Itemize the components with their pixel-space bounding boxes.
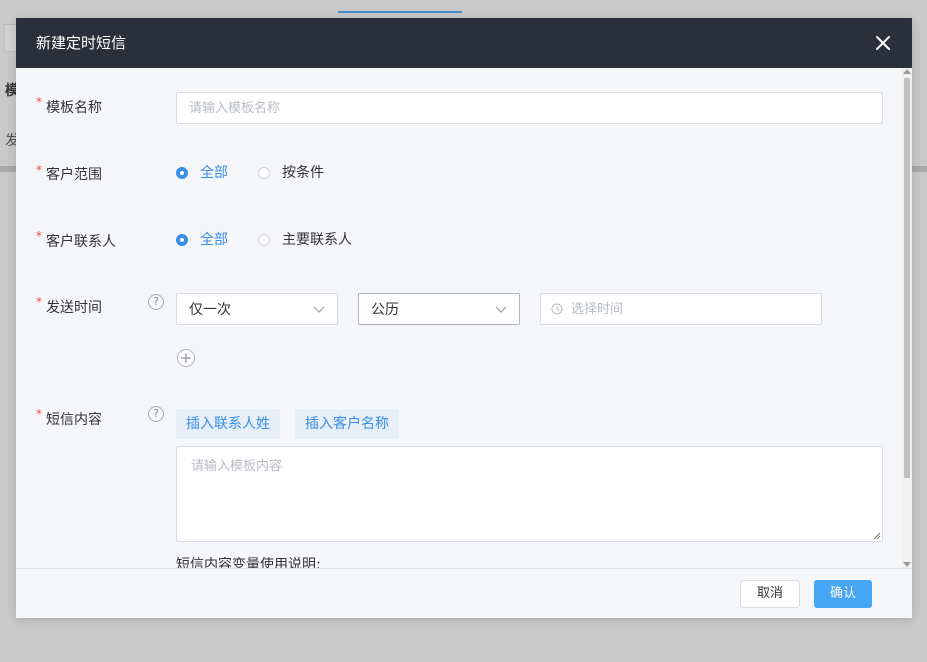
close-icon [876,36,890,50]
customer-contact-label: 客户联系人 [46,234,116,250]
time-picker-input[interactable]: 选择时间 [540,293,822,325]
required-mark: * [36,407,42,421]
frequency-select[interactable]: 仅一次 [176,293,338,325]
calendar-type-select[interactable]: 公历 [358,293,520,325]
customer-scope-label: 客户范围 [46,167,102,183]
scroll-down-icon[interactable] [903,562,911,567]
dialog-body: * 模板名称 * 客户范围 全部 按条件 * 客户联系人 全部 主要联系人 * … [16,68,912,568]
help-icon[interactable]: ? [148,406,164,422]
background-divider-left [0,166,16,172]
template-name-input[interactable] [176,92,883,124]
customer-scope-radio-all[interactable]: 全部 [176,163,228,183]
cancel-button[interactable]: 取消 [740,580,800,608]
radio-unchecked-icon [258,167,270,179]
dialog-scrollbar[interactable] [902,68,912,568]
calendar-type-select-value: 公历 [371,302,399,318]
customer-scope-radio-by-condition[interactable]: 按条件 [258,163,324,183]
radio-checked-icon [176,234,188,246]
required-mark: * [36,163,42,177]
sms-content-textarea[interactable] [176,446,883,542]
customer-contact-radio-all[interactable]: 全部 [176,230,228,250]
dialog-title: 新建定时短信 [36,34,127,52]
required-mark: * [36,95,42,109]
radio-checked-icon [176,167,188,179]
confirm-button[interactable]: 确认 [814,580,872,608]
variable-usage-hint: 短信内容变量使用说明: [176,557,321,568]
radio-label: 全部 [200,232,228,248]
insert-contact-name-button[interactable]: 插入联系人姓 [176,409,280,439]
sms-content-label: 短信内容 [46,412,102,428]
background-divider-right [912,166,927,172]
radio-label: 全部 [200,165,228,181]
clock-icon [551,303,563,315]
add-send-time-button[interactable] [177,349,195,367]
scroll-up-icon[interactable] [903,69,911,74]
background-active-tab-indicator [338,11,462,13]
required-mark: * [36,295,42,309]
customer-contact-radio-main[interactable]: 主要联系人 [258,230,352,250]
chevron-down-icon [495,306,507,313]
dialog-footer: 取消 确认 [16,568,912,618]
template-name-label: 模板名称 [46,100,102,116]
chevron-down-icon [313,306,325,313]
radio-label: 主要联系人 [282,232,352,248]
dialog-header: 新建定时短信 [16,18,912,68]
required-mark: * [36,229,42,243]
time-picker-placeholder: 选择时间 [571,302,624,317]
new-scheduled-sms-dialog: 新建定时短信 * 模板名称 * 客户范围 全部 按条件 * 客户联系人 全部 [16,18,912,618]
insert-customer-name-button[interactable]: 插入客户名称 [295,409,399,439]
radio-unchecked-icon [258,234,270,246]
radio-label: 按条件 [282,165,324,181]
frequency-select-value: 仅一次 [189,302,231,318]
plus-icon [181,353,191,363]
scroll-thumb[interactable] [904,78,910,478]
close-button[interactable] [874,34,892,52]
resize-handle-icon[interactable] [873,532,881,540]
send-time-label: 发送时间 [46,300,102,316]
help-icon[interactable]: ? [148,294,164,310]
